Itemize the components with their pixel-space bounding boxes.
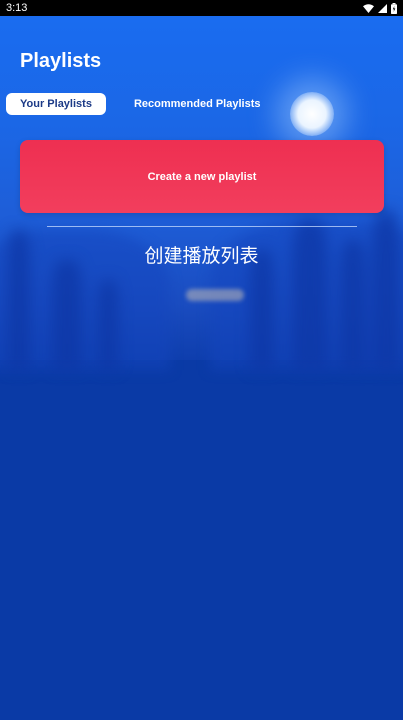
playlists-content: Playlists Your Playlists Recommended Pla…: [0, 0, 403, 720]
status-time: 3:13: [6, 2, 28, 14]
status-bar: 3:13: [0, 0, 403, 16]
app-screen: 3:13 Playlists Your Playlists Recommende…: [0, 0, 403, 720]
tab-your-playlists[interactable]: Your Playlists: [6, 93, 106, 115]
battery-icon: [391, 2, 397, 14]
divider: [47, 226, 357, 227]
signal-icon: [378, 3, 387, 13]
status-icons: [363, 2, 397, 14]
create-playlist-button[interactable]: Create a new playlist: [20, 140, 384, 213]
playlist-tabs: Your Playlists Recommended Playlists: [6, 93, 275, 115]
wifi-icon: [363, 3, 374, 13]
tab-recommended-playlists[interactable]: Recommended Playlists: [120, 93, 275, 115]
page-title: Playlists: [20, 50, 102, 72]
create-playlist-heading: 创建播放列表: [144, 245, 259, 267]
create-playlist-label: Create a new playlist: [147, 170, 257, 183]
